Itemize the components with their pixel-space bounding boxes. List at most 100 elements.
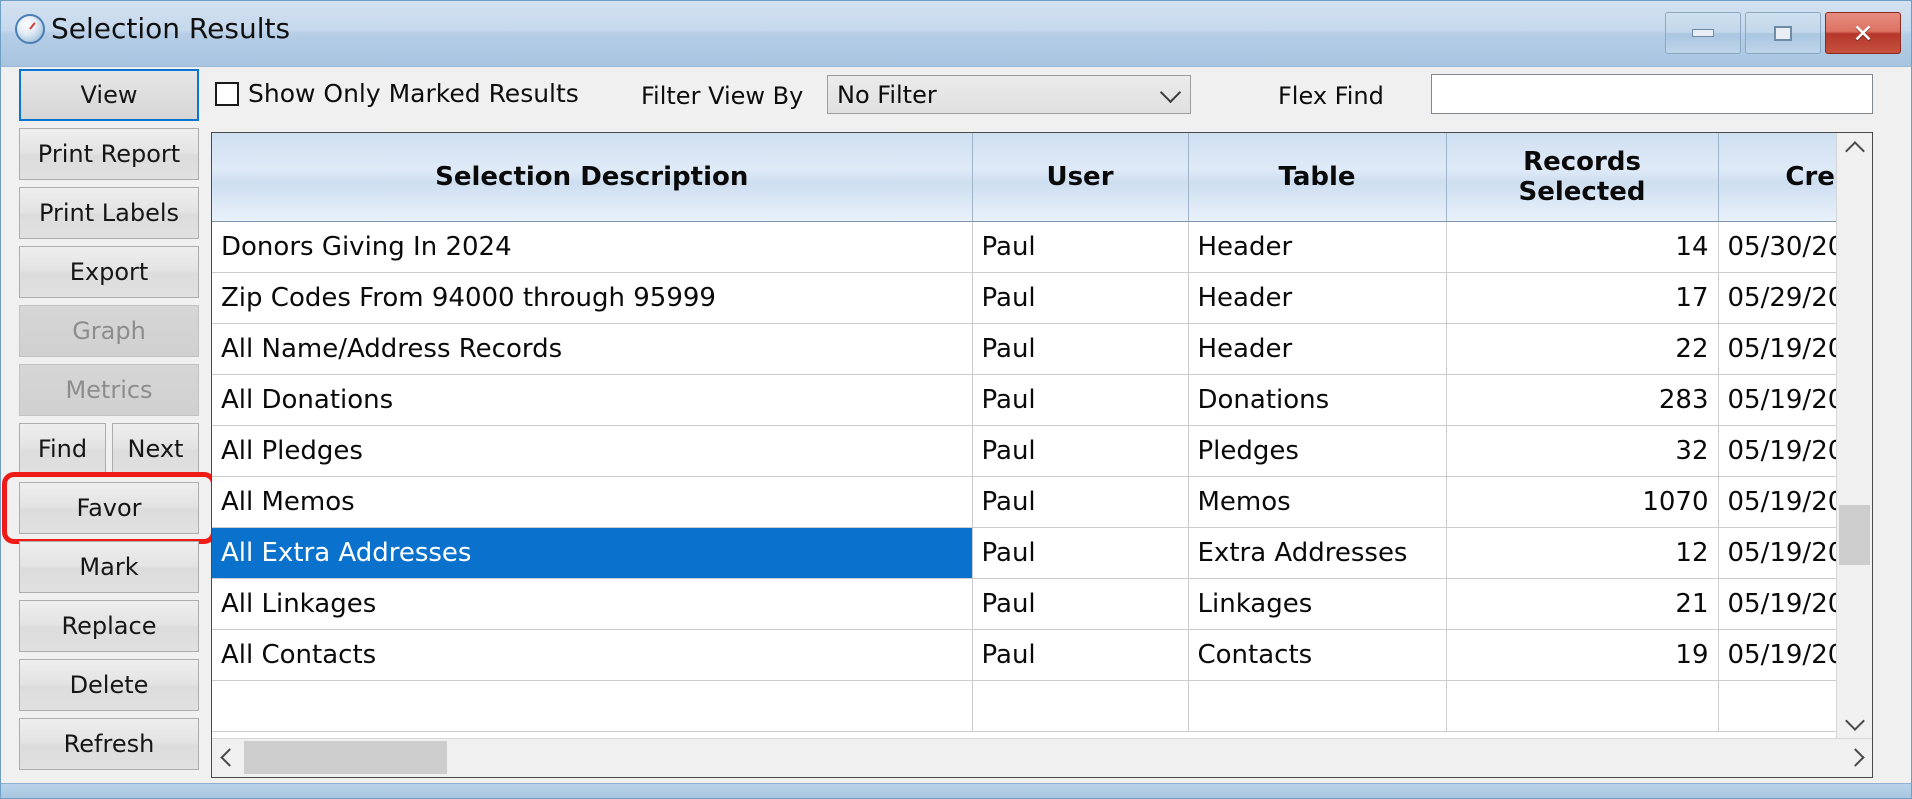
cell-empty	[1446, 680, 1719, 732]
cell-description: All Memos	[212, 476, 973, 528]
flex-find-label: Flex Find	[1278, 82, 1384, 110]
cell-description: All Contacts	[212, 629, 973, 681]
flex-find-input[interactable]	[1431, 74, 1873, 114]
minimize-icon	[1692, 29, 1714, 37]
print-report-button[interactable]: Print Report	[19, 128, 199, 180]
cell-empty	[212, 680, 973, 732]
column-header-selection-description[interactable]: Selection Description	[212, 133, 973, 222]
chevron-left-icon	[219, 748, 239, 767]
window-controls: ✕	[1665, 12, 1901, 54]
cell-created: 05/19/2024	[1718, 629, 1837, 681]
table-row[interactable]: All PledgesPaulPledges3205/19/2024	[212, 425, 1837, 477]
cell-user: Paul	[972, 323, 1189, 375]
export-button[interactable]: Export	[19, 246, 199, 298]
cell-description: Donors Giving In 2024	[212, 221, 973, 273]
vertical-scroll-thumb[interactable]	[1839, 505, 1870, 565]
toolbar: Show Only Marked Results Filter View By …	[1, 67, 1911, 123]
find-button[interactable]: Find	[19, 423, 106, 475]
cell-empty	[1188, 680, 1447, 732]
filter-view-by-value: No Filter	[837, 81, 937, 109]
close-button[interactable]: ✕	[1825, 12, 1901, 54]
cell-records-selected: 12	[1446, 527, 1719, 579]
table-row[interactable]: All LinkagesPaulLinkages2105/19/2024	[212, 578, 1837, 630]
minimize-button[interactable]	[1665, 12, 1741, 54]
chevron-down-icon	[1159, 81, 1182, 104]
cell-user: Paul	[972, 527, 1189, 579]
cell-created: 05/19/2024	[1718, 374, 1837, 426]
checkbox-box[interactable]	[215, 82, 239, 106]
cell-user: Paul	[972, 629, 1189, 681]
vertical-scrollbar[interactable]	[1836, 133, 1872, 739]
cell-empty	[1718, 680, 1837, 732]
cell-records-selected: 14	[1446, 221, 1719, 273]
cell-user: Paul	[972, 476, 1189, 528]
show-only-marked-checkbox[interactable]: Show Only Marked Results	[215, 80, 579, 108]
cell-created: 05/19/2024	[1718, 425, 1837, 477]
cell-records-selected: 19	[1446, 629, 1719, 681]
filter-view-by-label: Filter View By	[641, 82, 804, 110]
cell-created: 05/19/2024	[1718, 578, 1837, 630]
compass-icon	[15, 14, 45, 44]
table-row[interactable]: Donors Giving In 2024 Paul Header 14 05/30/2…	[212, 221, 1837, 273]
cell-records-selected: 32	[1446, 425, 1719, 477]
favor-button-wrapper: Favor	[2, 472, 216, 544]
scroll-right-button[interactable]	[1842, 739, 1872, 776]
close-icon: ✕	[1852, 18, 1874, 48]
table-row[interactable]: All MemosPaulMemos107005/19/2024	[212, 476, 1837, 528]
scroll-down-button[interactable]	[1837, 707, 1872, 739]
scroll-up-button[interactable]	[1837, 133, 1872, 165]
cell-created: 05/19/2024	[1718, 323, 1837, 375]
cell-description: All Donations	[212, 374, 973, 426]
maximize-icon	[1774, 25, 1792, 41]
cell-table: Header	[1188, 323, 1447, 375]
table-row[interactable]: All ContactsPaulContacts1905/19/2024	[212, 629, 1837, 681]
next-button[interactable]: Next	[112, 423, 199, 475]
table-row-empty[interactable]	[212, 680, 1837, 732]
cell-description: Zip Codes From 94000 through 95999	[212, 272, 973, 324]
cell-table: Donations	[1188, 374, 1447, 426]
refresh-button[interactable]: Refresh	[19, 718, 199, 770]
cell-description: All Pledges	[212, 425, 973, 477]
results-table: Selection Description User Table Records…	[212, 133, 1837, 732]
scroll-left-button[interactable]	[212, 739, 242, 776]
horizontal-scrollbar[interactable]	[212, 738, 1872, 777]
cell-created: 05/29/2024	[1718, 272, 1837, 324]
replace-button[interactable]: Replace	[19, 600, 199, 652]
maximize-button[interactable]	[1745, 12, 1821, 54]
cell-description: All Extra Addresses	[212, 527, 973, 579]
print-labels-button[interactable]: Print Labels	[19, 187, 199, 239]
table-header: Selection Description User Table Records…	[212, 133, 1837, 222]
table-row[interactable]: All Name/Address Records Paul Header 22 05/1…	[212, 323, 1837, 375]
grid-body: Selection Description User Table Records…	[212, 133, 1837, 739]
window-title-group: Selection Results	[15, 13, 290, 45]
cell-description: All Linkages	[212, 578, 973, 630]
column-header-table[interactable]: Table	[1188, 133, 1447, 222]
page-title: Selection Results	[51, 12, 291, 45]
delete-button[interactable]: Delete	[19, 659, 199, 711]
cell-user: Paul	[972, 425, 1189, 477]
mark-button[interactable]: Mark	[19, 541, 199, 593]
metrics-button: Metrics	[19, 364, 199, 416]
column-header-created[interactable]: Created	[1718, 133, 1837, 222]
view-button[interactable]: View	[19, 69, 199, 121]
cell-user: Paul	[972, 272, 1189, 324]
column-header-records-selected[interactable]: Records Selected	[1446, 133, 1719, 222]
table-row[interactable]: Zip Codes From 94000 through 95999 Paul He…	[212, 272, 1837, 324]
table-row[interactable]: All DonationsPaulDonations28305/19/2024	[212, 374, 1837, 426]
cell-records-selected: 21	[1446, 578, 1719, 630]
table-row[interactable]: All Extra Addresses Paul Extra Addresses 12…	[212, 527, 1837, 579]
cell-created: 05/19/2024	[1718, 527, 1837, 579]
cell-records-selected: 17	[1446, 272, 1719, 324]
horizontal-scroll-thumb[interactable]	[244, 741, 447, 774]
cell-created: 05/19/2024	[1718, 476, 1837, 528]
graph-button: Graph	[19, 305, 199, 357]
cell-user: Paul	[972, 374, 1189, 426]
cell-empty	[972, 680, 1189, 732]
cell-table: Memos	[1188, 476, 1447, 528]
filter-view-by-select[interactable]: No Filter	[827, 75, 1191, 114]
cell-table: Header	[1188, 221, 1447, 273]
column-header-user[interactable]: User	[972, 133, 1189, 222]
sidebar-buttons: View Print Report Print Labels Export Gr…	[2, 69, 216, 777]
status-bar	[1, 783, 1911, 798]
favor-button[interactable]: Favor	[19, 482, 199, 534]
